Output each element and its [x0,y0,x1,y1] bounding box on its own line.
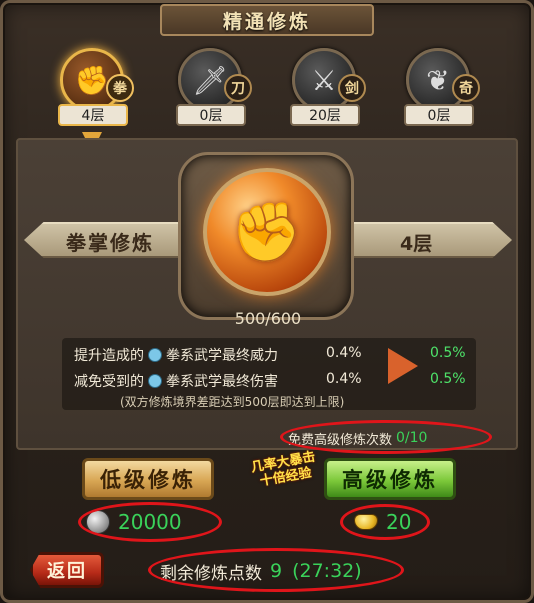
fist-emblem-icon: ✊ [230,197,304,266]
gem-icon [148,348,162,362]
stat-row-damage: 提升造成的 拳系武学最终威力 [74,345,278,365]
low-train-button[interactable]: 低级修炼 [82,458,214,500]
skill-level: 4层 [400,233,433,255]
stat-current-damage: 0.4% [326,345,362,361]
cap-note: (双方修炼境界差距达到500层即达到上限) [120,395,345,409]
stat-prefix: 提升造成的 [74,348,144,364]
tab-fist[interactable]: ✊ 拳 4层 [54,48,138,132]
tab-fist-badge: 拳 [106,74,134,102]
annotation-circle [78,502,222,542]
annotation-circle [340,504,430,540]
tab-fan[interactable]: ❦ 奇 0层 [400,48,484,132]
tab-blade-badge: 刀 [224,74,252,102]
stat-next-damage: 0.5% [430,345,466,361]
stat-next-reduction: 0.5% [430,371,466,387]
stat-prefix: 减免受到的 [74,374,144,390]
sword-icon: ⚔ [311,63,337,97]
tab-blade-level: 0层 [176,104,246,126]
tab-fan-level: 0层 [404,104,474,126]
tab-fist-level: 4层 [58,104,128,126]
stat-name: 拳系武学最终伤害 [166,374,278,390]
tab-fan-badge: 奇 [452,74,480,102]
blade-icon: 🗡 [192,63,228,97]
tab-sword[interactable]: ⚔ 剑 20层 [286,48,370,132]
tab-sword-level: 20层 [290,104,360,126]
gem-icon [148,374,162,388]
skill-progress: 500/600 [234,309,302,328]
title-plate: 精通修炼 [160,4,374,36]
fan-icon: ❦ [426,63,450,97]
tab-blade[interactable]: 🗡 刀 0层 [172,48,256,132]
stat-current-reduction: 0.4% [326,371,362,387]
window-title: 精通修炼 [222,10,311,33]
back-button[interactable]: 返回 [30,552,104,588]
annotation-circle [148,548,404,592]
fist-icon: ✊ [74,63,110,97]
skill-name: 拳掌修炼 [66,231,154,255]
stat-name: 拳系武学最终威力 [166,348,278,364]
upgrade-arrow-icon [388,348,418,384]
stat-row-reduction: 减免受到的 拳系武学最终伤害 [74,371,278,391]
skill-medallion: ✊ [203,168,331,296]
tab-sword-badge: 剑 [338,74,366,102]
high-train-button[interactable]: 高级修炼 [324,458,456,500]
